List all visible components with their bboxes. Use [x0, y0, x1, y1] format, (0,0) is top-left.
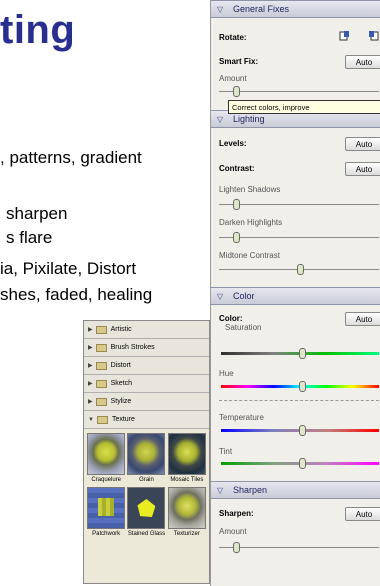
slide-line-5: shes, faded, healing [0, 285, 153, 304]
collapse-triangle-icon: ▼ [88, 416, 94, 423]
sharpen-amount-label: Amount [219, 527, 247, 536]
smart-fix-label: Smart Fix: [219, 57, 259, 66]
expand-triangle-icon: ▶ [88, 381, 93, 387]
levels-auto-button[interactable]: Auto [345, 137, 380, 151]
levels-label: Levels: [219, 139, 247, 148]
thumb-image [167, 487, 206, 529]
category-brush-strokes[interactable]: ▶ Brush Strokes [84, 339, 209, 357]
chevron-down-icon: ▽ [217, 291, 224, 301]
category-sketch[interactable]: ▶ Sketch [84, 375, 209, 393]
category-stylize[interactable]: ▶ Stylize [84, 393, 209, 411]
sharpen-amount-slider[interactable] [219, 547, 379, 548]
category-label: Stylize [110, 398, 132, 405]
category-label: Distort [110, 362, 131, 369]
slider-knob[interactable] [233, 542, 240, 553]
thumb-image [127, 433, 166, 475]
smart-fix-auto-button[interactable]: Auto [345, 55, 380, 69]
lighten-shadows-label: Lighten Shadows [219, 185, 281, 194]
hue-label: Hue [219, 369, 234, 378]
section-header-sharpen[interactable]: ▽ Sharpen [211, 481, 380, 499]
thumb-texturizer[interactable]: Texturizer [167, 487, 206, 537]
thumb-craquelure[interactable]: Craquelure [87, 433, 126, 483]
slide-line-3: s flare [6, 228, 53, 247]
chevron-down-icon: ▽ [217, 114, 224, 124]
thumb-image [87, 433, 126, 475]
thumb-image [127, 487, 166, 529]
category-label: Artistic [110, 326, 132, 333]
category-label: Sketch [110, 380, 133, 387]
smart-fix-amount-slider[interactable] [219, 91, 379, 92]
section-title: Color [233, 291, 255, 301]
thumb-label: Texturizer [173, 531, 200, 537]
thumb-label: Stained Glass [127, 531, 166, 537]
folder-icon [95, 343, 107, 352]
chevron-down-icon: ▽ [217, 4, 224, 14]
thumb-mosaic-tiles[interactable]: Mosaic Tiles [167, 433, 206, 483]
slide-title: ting [0, 8, 76, 52]
section-title: General Fixes [233, 4, 290, 14]
category-label: Texture [111, 416, 135, 423]
sharpen-auto-button[interactable]: Auto [345, 507, 380, 521]
amount-label: Amount [219, 74, 247, 83]
thumb-grain[interactable]: Grain [127, 433, 166, 483]
expand-triangle-icon: ▶ [88, 345, 93, 351]
folder-icon [95, 325, 107, 334]
temperature-label: Temperature [219, 413, 264, 422]
category-label: Brush Strokes [110, 344, 155, 351]
slider-knob[interactable] [233, 199, 240, 210]
chevron-down-icon: ▽ [217, 485, 224, 495]
color-label: Color: [219, 314, 243, 323]
section-title: Sharpen [233, 485, 268, 495]
slider-knob[interactable] [233, 232, 240, 243]
thumb-label: Craquelure [91, 477, 121, 483]
folder-icon [96, 415, 108, 424]
slider-knob[interactable] [299, 348, 306, 359]
rotate-label: Rotate: [219, 33, 247, 42]
smart-fix-tooltip: Correct colors, improve [228, 100, 380, 114]
thumb-label: Grain [139, 477, 154, 483]
section-divider [219, 400, 379, 401]
contrast-auto-button[interactable]: Auto [345, 162, 380, 176]
thumb-image [87, 487, 126, 529]
slide-line-1: , patterns, gradient [0, 148, 142, 167]
folder-icon [95, 379, 107, 388]
category-distort[interactable]: ▶ Distort [84, 357, 209, 375]
category-artistic[interactable]: ▶ Artistic [84, 321, 209, 339]
slider-knob[interactable] [233, 86, 240, 97]
section-title: Lighting [233, 114, 265, 124]
expand-triangle-icon: ▶ [88, 399, 93, 405]
slider-knob[interactable] [299, 381, 306, 392]
darken-highlights-slider[interactable] [219, 237, 379, 238]
filter-gallery: ▶ Artistic ▶ Brush Strokes ▶ Distort ▶ Sketc… [83, 320, 210, 584]
slide-line-2: sharpen [6, 204, 68, 223]
section-header-color[interactable]: ▽ Color [211, 287, 380, 305]
saturation-label: Saturation [225, 323, 262, 332]
thumb-stained-glass[interactable]: Stained Glass [127, 487, 166, 537]
sharpen-label: Sharpen: [219, 509, 254, 518]
slide-line-4: ia, Pixilate, Distort [0, 259, 137, 278]
midtone-contrast-label: Midtone Contrast [219, 251, 280, 260]
tint-label: Tint [219, 447, 233, 456]
texture-thumbnails: Craquelure Grain Mosaic Tiles Patchwork … [84, 429, 209, 541]
darken-highlights-label: Darken Highlights [219, 218, 283, 227]
quick-fix-panel: ▽ General Fixes Rotate: Smart Fix: Auto … [210, 0, 380, 586]
folder-icon [95, 361, 107, 370]
thumb-patchwork[interactable]: Patchwork [87, 487, 126, 537]
color-auto-button[interactable]: Auto [345, 312, 380, 326]
lighten-shadows-slider[interactable] [219, 204, 379, 205]
category-texture[interactable]: ▼ Texture [84, 411, 209, 429]
thumb-image [167, 433, 206, 475]
contrast-label: Contrast: [219, 164, 255, 173]
slider-knob[interactable] [299, 425, 306, 436]
section-header-general-fixes[interactable]: ▽ General Fixes [211, 0, 380, 18]
slider-knob[interactable] [299, 458, 306, 469]
slider-knob[interactable] [297, 264, 304, 275]
folder-icon [95, 397, 107, 406]
rotate-left-icon[interactable] [339, 30, 351, 41]
expand-triangle-icon: ▶ [88, 327, 93, 333]
thumb-label: Mosaic Tiles [170, 477, 204, 483]
thumb-label: Patchwork [92, 531, 121, 537]
rotate-right-icon[interactable] [367, 30, 379, 41]
expand-triangle-icon: ▶ [88, 363, 93, 369]
